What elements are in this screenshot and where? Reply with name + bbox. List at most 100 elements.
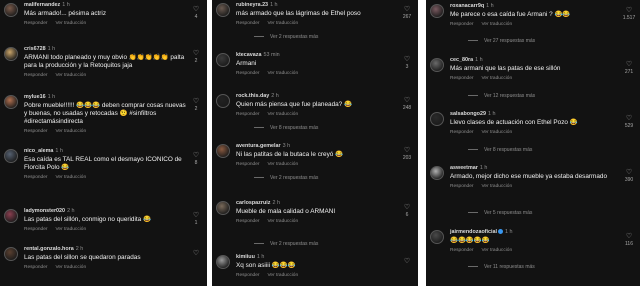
username-text[interactable]: carlospazruiz — [236, 200, 270, 206]
like-control[interactable]: ♡ 1 — [189, 212, 203, 227]
comment-username[interactable]: ladymonster020 2 h — [24, 208, 187, 215]
heart-icon[interactable]: ♡ — [189, 152, 203, 160]
comment-username[interactable]: rental.gonzalo.hora 2 h — [24, 246, 187, 253]
heart-icon[interactable]: ♡ — [400, 204, 414, 212]
comment-username[interactable]: asweetmar 1 h — [450, 165, 620, 172]
heart-icon[interactable]: ♡ — [400, 6, 414, 14]
avatar[interactable] — [216, 94, 230, 108]
reply-button[interactable]: Responder — [24, 175, 47, 180]
like-control[interactable]: ♡ 6 — [400, 204, 414, 219]
avatar[interactable] — [430, 112, 444, 126]
view-replies-link[interactable]: Ver 8 respuestas más — [254, 125, 318, 132]
username-text[interactable]: rock.this.day — [236, 93, 269, 99]
view-replies-link[interactable]: Ver 27 respuestas más — [468, 38, 535, 45]
like-control[interactable]: ♡ — [400, 258, 414, 266]
username-text[interactable]: kimiiuu — [236, 254, 255, 260]
username-text[interactable]: rental.gonzalo.hora — [24, 246, 74, 252]
avatar[interactable] — [216, 144, 230, 158]
comment-username[interactable]: jairmendozaoficial 1 h — [450, 229, 620, 236]
username-text[interactable]: roxanacarr9q — [450, 3, 484, 9]
heart-icon[interactable]: ♡ — [622, 7, 636, 15]
username-text[interactable]: ladymonster020 — [24, 208, 65, 214]
avatar[interactable] — [216, 3, 230, 17]
avatar[interactable] — [4, 47, 18, 61]
reply-button[interactable]: Responder — [24, 73, 47, 78]
like-control[interactable]: ♡ 116 — [622, 233, 636, 248]
avatar[interactable] — [4, 95, 18, 109]
avatar[interactable] — [4, 149, 18, 163]
comment-username[interactable]: salsabongo29 1 h — [450, 111, 620, 118]
heart-icon[interactable]: ♡ — [622, 61, 636, 69]
translate-button[interactable]: Ver traducción — [481, 22, 512, 27]
like-control[interactable]: ♡ 4 — [189, 6, 203, 21]
reply-button[interactable]: Responder — [450, 22, 473, 27]
avatar[interactable] — [216, 53, 230, 67]
reply-button[interactable]: Responder — [236, 112, 259, 117]
comment-username[interactable]: carlospazruiz 2 h — [236, 200, 398, 207]
translate-button[interactable]: Ver traducción — [267, 273, 298, 278]
avatar[interactable] — [216, 201, 230, 215]
like-control[interactable]: ♡ 529 — [622, 115, 636, 130]
like-control[interactable]: ♡ 271 — [622, 61, 636, 76]
translate-button[interactable]: Ver traducción — [55, 21, 86, 26]
username-text[interactable]: cec_80ra — [450, 57, 473, 63]
reply-button[interactable]: Responder — [450, 76, 473, 81]
avatar[interactable] — [4, 247, 18, 261]
reply-button[interactable]: Responder — [236, 71, 259, 76]
heart-icon[interactable]: ♡ — [400, 97, 414, 105]
translate-button[interactable]: Ver traducción — [55, 265, 86, 270]
like-control[interactable]: ♡ 2 — [189, 98, 203, 113]
reply-button[interactable]: Responder — [24, 265, 47, 270]
like-control[interactable]: ♡ 267 — [400, 6, 414, 21]
username-text[interactable]: ktecavaza — [236, 52, 261, 58]
view-replies-link[interactable]: Ver 2 respuestas más — [254, 34, 318, 41]
like-control[interactable]: ♡ 3 — [400, 56, 414, 71]
like-control[interactable]: ♡ 203 — [400, 147, 414, 162]
avatar[interactable] — [430, 230, 444, 244]
reply-button[interactable]: Responder — [24, 129, 47, 134]
translate-button[interactable]: Ver traducción — [267, 112, 298, 117]
heart-icon[interactable]: ♡ — [189, 98, 203, 106]
comment-username[interactable]: rubineyra.23 1 h — [236, 2, 398, 9]
like-control[interactable]: ♡ — [189, 250, 203, 258]
comment-username[interactable]: roxanacarr9q 1 h — [450, 3, 620, 10]
heart-icon[interactable]: ♡ — [622, 169, 636, 177]
reply-button[interactable]: Responder — [450, 130, 473, 135]
avatar[interactable] — [430, 4, 444, 18]
translate-button[interactable]: Ver traducción — [55, 129, 86, 134]
like-control[interactable]: ♡ 390 — [622, 169, 636, 184]
reply-button[interactable]: Responder — [236, 21, 259, 26]
view-replies-link[interactable]: Ver 2 respuestas más — [254, 241, 318, 248]
avatar[interactable] — [216, 255, 230, 269]
translate-button[interactable]: Ver traducción — [55, 175, 86, 180]
like-control[interactable]: ♡ 1.517 — [622, 7, 636, 22]
heart-icon[interactable]: ♡ — [400, 258, 414, 266]
avatar[interactable] — [430, 166, 444, 180]
username-text[interactable]: nico_alema — [24, 148, 53, 154]
comment-username[interactable]: mylue16 1 h — [24, 94, 187, 101]
comment-username[interactable]: rock.this.day 2 h — [236, 93, 398, 100]
reply-button[interactable]: Responder — [236, 162, 259, 167]
like-control[interactable]: ♡ 8 — [189, 152, 203, 167]
view-replies-link[interactable]: Ver 2 respuestas más — [254, 175, 318, 182]
view-replies-link[interactable]: Ver 5 respuestas más — [468, 210, 532, 217]
username-text[interactable]: aventura.gemelar — [236, 143, 281, 149]
reply-button[interactable]: Responder — [450, 248, 473, 253]
comment-username[interactable]: nico_alema 1 h — [24, 148, 187, 155]
heart-icon[interactable]: ♡ — [400, 147, 414, 155]
username-text[interactable]: malifernandez — [24, 2, 60, 8]
heart-icon[interactable]: ♡ — [189, 50, 203, 58]
comment-username[interactable]: cec_80ra 1 h — [450, 57, 620, 64]
comment-username[interactable]: cris6728 1 h — [24, 46, 187, 53]
view-replies-link[interactable]: Ver 8 respuestas más — [468, 147, 532, 154]
username-text[interactable]: asweetmar — [450, 165, 478, 171]
translate-button[interactable]: Ver traducción — [55, 73, 86, 78]
comment-username[interactable]: aventura.gemelar 3 h — [236, 143, 398, 150]
translate-button[interactable]: Ver traducción — [481, 130, 512, 135]
comment-username[interactable]: ktecavaza 53 min — [236, 52, 398, 59]
username-text[interactable]: salsabongo29 — [450, 111, 486, 117]
view-replies-link[interactable]: Ver 11 respuestas más — [468, 264, 535, 271]
username-text[interactable]: mylue16 — [24, 94, 46, 100]
like-control[interactable]: ♡ 248 — [400, 97, 414, 112]
avatar[interactable] — [4, 209, 18, 223]
